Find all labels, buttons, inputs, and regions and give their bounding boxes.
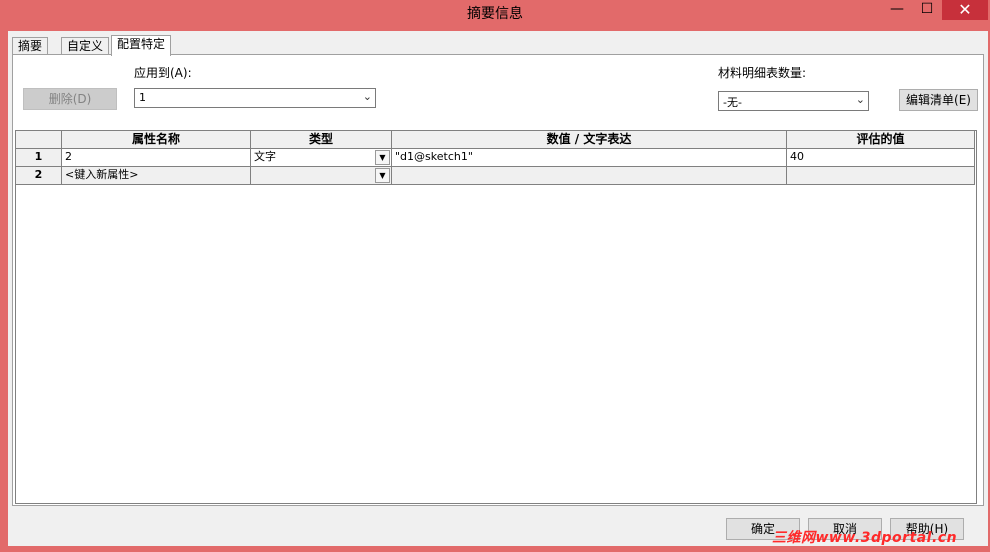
bom-quantity-select[interactable]: -无- ⌄ [718, 91, 869, 111]
property-type-value: 文字 [254, 150, 276, 163]
column-header-value[interactable]: 数值 / 文字表达 [392, 131, 787, 149]
dialog-client: 摘要 自定义 配置特定 删除(D) 应用到(A): 1 ⌄ 材料明细表数量: -… [8, 31, 988, 546]
tab-panel: 删除(D) 应用到(A): 1 ⌄ 材料明细表数量: -无- ⌄ 编辑清单(E)… [12, 54, 984, 506]
tab-custom[interactable]: 自定义 [61, 37, 110, 55]
property-type-cell[interactable]: 文字 ▼ [251, 149, 392, 167]
row-header[interactable]: 1 [16, 149, 62, 167]
column-header-name[interactable]: 属性名称 [62, 131, 251, 149]
column-header-evaluated[interactable]: 评估的值 [787, 131, 975, 149]
watermark-text: 三维网www.3dportal.cn [772, 530, 958, 546]
minimize-button[interactable]: — [882, 0, 912, 20]
property-value-cell[interactable]: "d1@sketch1" [392, 149, 787, 167]
delete-button[interactable]: 删除(D) [23, 88, 117, 110]
dialog-window: 摘要信息 — ☐ ✕ 摘要 自定义 配置特定 删除(D) 应用到(A): 1 ⌄… [0, 0, 990, 552]
properties-table: 属性名称 类型 数值 / 文字表达 评估的值 1 2 文字 ▼ "d1@sket… [15, 130, 977, 504]
chevron-down-icon[interactable]: ▼ [375, 168, 390, 183]
edit-list-button[interactable]: 编辑清单(E) [899, 89, 978, 111]
property-name-cell[interactable]: 2 [62, 149, 251, 167]
new-property-cell[interactable]: <键入新属性> [62, 167, 251, 185]
chevron-down-icon[interactable]: ▼ [375, 150, 390, 165]
apply-to-value: 1 [139, 91, 146, 104]
close-button[interactable]: ✕ [942, 0, 988, 20]
evaluated-value-cell: 40 [787, 149, 975, 167]
property-type-cell[interactable]: ▼ [251, 167, 392, 185]
chevron-down-icon: ⌄ [855, 93, 865, 106]
apply-to-select[interactable]: 1 ⌄ [134, 88, 376, 108]
bom-quantity-label: 材料明细表数量: [718, 66, 807, 80]
column-header-type[interactable]: 类型 [251, 131, 392, 149]
tab-configuration-specific[interactable]: 配置特定 [111, 35, 172, 56]
property-value-cell[interactable] [392, 167, 787, 185]
title-bar: 摘要信息 — ☐ ✕ [0, 0, 990, 24]
chevron-down-icon: ⌄ [362, 90, 372, 103]
window-title: 摘要信息 [467, 6, 523, 22]
evaluated-value-cell [787, 167, 975, 185]
corner-cell[interactable] [16, 131, 62, 149]
maximize-button[interactable]: ☐ [912, 0, 942, 20]
tab-summary[interactable]: 摘要 [12, 37, 49, 55]
apply-to-label: 应用到(A): [134, 66, 192, 80]
row-header[interactable]: 2 [16, 167, 62, 185]
bom-quantity-value: -无- [723, 96, 742, 109]
